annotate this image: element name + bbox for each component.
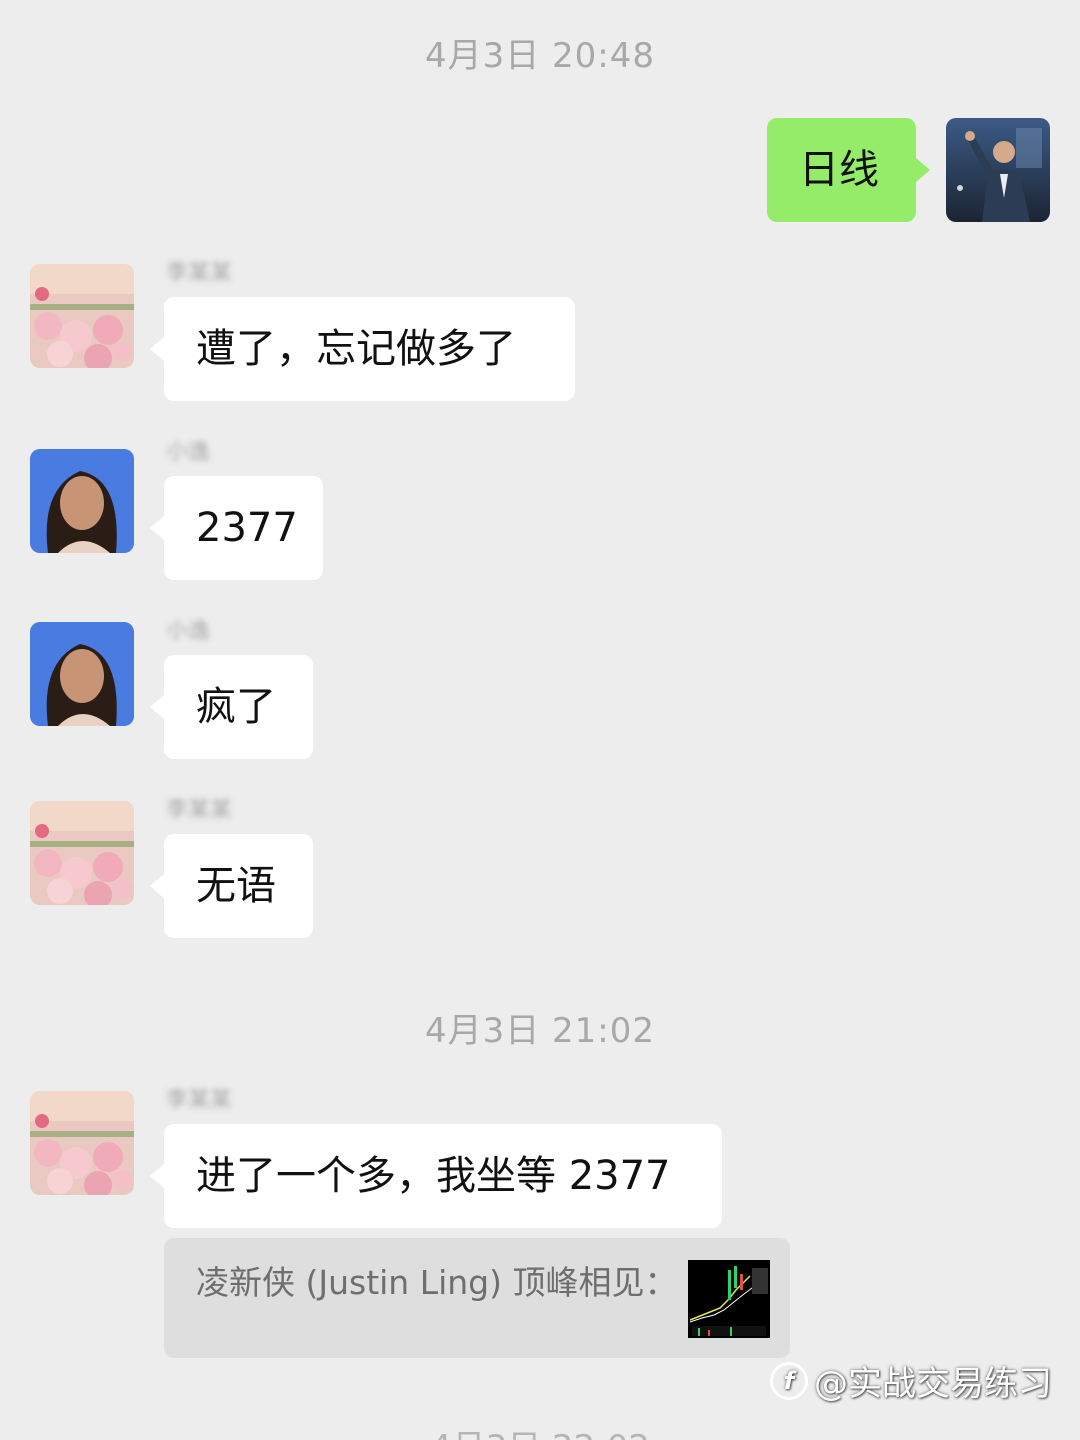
sender-avatar-flowers[interactable] — [30, 264, 134, 368]
message-bubble-incoming[interactable]: 无语 — [150, 834, 313, 938]
watermark-text: @实战交易练习 — [814, 1364, 1052, 1404]
sender-name: 李某某 — [166, 1088, 233, 1113]
sender-avatar-woman[interactable] — [30, 622, 134, 726]
watermark-logo-icon: f — [770, 1361, 808, 1400]
sender-avatar-flowers[interactable] — [30, 1091, 134, 1195]
sender-name: 小逸 — [166, 619, 211, 644]
flowers-avatar-icon — [30, 801, 134, 905]
stock-chart-thumbnail[interactable] — [688, 1260, 770, 1338]
my-avatar[interactable] — [946, 118, 1050, 222]
quoted-message[interactable]: 凌新侠 (Justin Ling) 顶峰相见： — [164, 1238, 790, 1358]
timestamp: 4月3日 21:02 — [424, 1011, 656, 1051]
message-bubble-incoming[interactable]: 2377 — [150, 476, 323, 580]
flowers-avatar-icon — [30, 264, 134, 368]
sender-avatar-flowers[interactable] — [30, 801, 134, 905]
timestamp-partial: 4月3日 22:02 — [0, 1420, 1080, 1440]
quoted-message-text: 凌新侠 (Justin Ling) 顶峰相见： — [196, 1263, 678, 1302]
sender-name: 李某某 — [166, 798, 233, 823]
sender-name: 小逸 — [166, 440, 211, 465]
candlestick-chart-icon — [688, 1260, 770, 1338]
woman-avatar-icon — [30, 449, 134, 553]
woman-avatar-icon — [30, 622, 134, 726]
message-bubble-incoming[interactable]: 疯了 — [150, 655, 313, 759]
sender-name: 李某某 — [166, 261, 233, 286]
message-bubble-incoming[interactable]: 进了一个多，我坐等 2377 — [150, 1124, 722, 1228]
message-bubble-incoming[interactable]: 遭了，忘记做多了 — [150, 297, 575, 401]
watermark: f @实战交易练习 — [770, 1356, 1052, 1405]
man-in-suit-avatar-icon — [946, 118, 1050, 222]
sender-avatar-woman[interactable] — [30, 449, 134, 553]
flowers-avatar-icon — [30, 1091, 134, 1195]
timestamp: 4月3日 20:48 — [424, 36, 656, 76]
message-bubble-outgoing[interactable]: 日线 — [767, 118, 930, 222]
